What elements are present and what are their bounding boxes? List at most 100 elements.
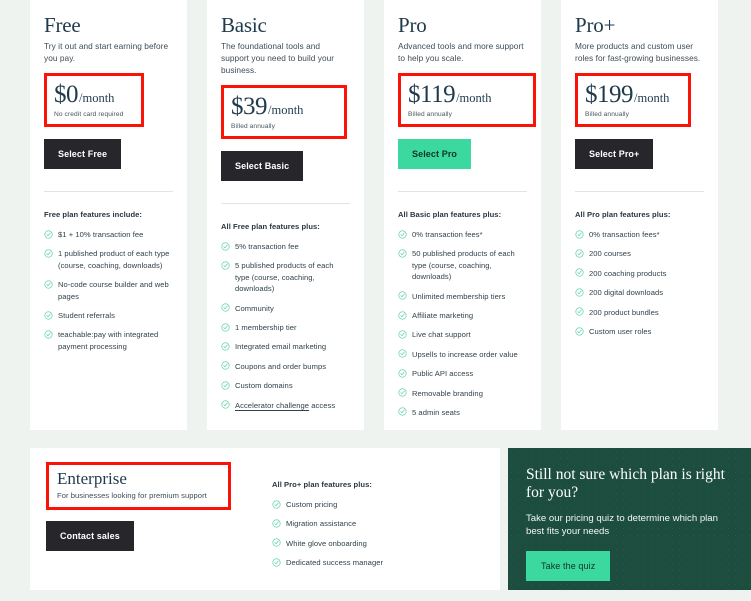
plan-cards-row: Free Try it out and start earning before … (0, 0, 751, 430)
feature-label: 50 published products of each type (cour… (412, 249, 515, 282)
select-plan-button[interactable]: Select Pro (398, 139, 472, 170)
feature-item: Coupons and order bumps (221, 361, 350, 372)
card-divider (575, 191, 704, 193)
feature-label: White glove onboarding (286, 538, 367, 548)
feature-item: $1 + 10% transaction fee (44, 229, 173, 240)
feature-item: 0% transaction fees* (398, 229, 527, 240)
check-circle-icon (575, 288, 584, 297)
accelerator-challenge-link[interactable]: Accelerator challenge (235, 401, 309, 410)
feature-label: 5 published products of each type (cours… (235, 261, 334, 294)
enterprise-title: Enterprise (57, 469, 127, 488)
price-period: /month (456, 91, 492, 106)
feature-item: Upsells to increase order value (398, 349, 527, 360)
price-line: $0/month (54, 82, 134, 107)
take-the-quiz-button[interactable]: Take the quiz (526, 551, 611, 582)
feature-label: 200 product bundles (589, 307, 659, 317)
check-circle-icon (221, 303, 230, 312)
feature-label: 5% transaction fee (235, 242, 299, 252)
plan-tagline: More products and custom user roles for … (575, 41, 701, 64)
quiz-subtitle: Take our pricing quiz to determine which… (526, 512, 718, 538)
enterprise-annotation-box: Enterprise For businesses looking for pr… (46, 462, 231, 510)
enterprise-card: Enterprise For businesses looking for pr… (30, 448, 500, 590)
price-line: $39/month (231, 94, 337, 119)
feature-item: Custom domains (221, 380, 350, 391)
plan-tagline: Advanced tools and more support to help … (398, 41, 524, 64)
pricing-quiz-panel: Still not sure which plan is right for y… (508, 448, 751, 590)
feature-item: Affiliate marketing (398, 310, 527, 321)
feature-item: 1 published product of each type (course… (44, 248, 173, 271)
check-circle-icon (398, 249, 407, 258)
feature-label: Community (235, 303, 274, 313)
check-circle-icon (575, 326, 584, 336)
feature-label: 0% transaction fees* (412, 230, 483, 240)
price-note: No credit card required (54, 111, 124, 119)
feature-label: Custom domains (235, 381, 293, 391)
price-amount: $119 (408, 81, 456, 109)
check-circle-icon (398, 230, 407, 239)
plan-title: Free (44, 13, 81, 37)
pricing-page: Free Try it out and start earning before … (0, 0, 751, 601)
select-plan-button[interactable]: Select Basic (221, 151, 304, 182)
feature-item: Accelerator challenge access (221, 400, 350, 411)
feature-item: Community (221, 303, 350, 314)
select-plan-button[interactable]: Select Free (44, 139, 122, 170)
feature-item: teachable:pay with integrated payment pr… (44, 329, 173, 352)
feature-item: Removable branding (398, 388, 527, 399)
check-circle-icon (221, 342, 230, 351)
feature-label: Custom user roles (589, 327, 652, 337)
feature-label: Affiliate marketing (412, 311, 474, 321)
feature-label: Migration assistance (286, 519, 357, 529)
feature-label: 200 coaching products (589, 268, 667, 278)
check-circle-icon (398, 310, 407, 320)
check-circle-icon (221, 400, 230, 409)
contact-sales-button[interactable]: Contact sales (46, 520, 134, 551)
enterprise-features-heading: All Pro+ plan features plus: (272, 480, 372, 489)
price-annotation-box: $119/month Billed annually (398, 73, 536, 128)
price-annotation-box: $199/month Billed annually (575, 73, 691, 128)
check-circle-icon (221, 381, 230, 390)
feature-list: 0% transaction fees* 50 published product… (398, 229, 527, 418)
feature-item: Live chat support (398, 329, 527, 340)
check-circle-icon (398, 388, 407, 397)
feature-list: 5% transaction fee 5 published products o… (221, 241, 350, 411)
card-divider (221, 203, 350, 205)
price-note: Billed annually (408, 111, 453, 119)
price-line: $119/month (408, 82, 526, 107)
check-circle-icon (44, 230, 53, 239)
feature-item: 200 coaching products (575, 268, 704, 279)
check-circle-icon (44, 330, 53, 339)
feature-label: 1 membership tier (235, 323, 297, 333)
feature-item: Integrated email marketing (221, 341, 350, 352)
price-amount: $199 (585, 81, 634, 109)
feature-label: Removable branding (412, 388, 483, 398)
features-heading: All Free plan features plus: (221, 222, 320, 232)
feature-label: Dedicated success manager (286, 558, 384, 568)
feature-label: Live chat support (412, 330, 471, 340)
feature-item: Migration assistance (272, 518, 484, 529)
enterprise-features: All Pro+ plan features plus: Custom pric… (272, 462, 484, 590)
feature-label: 200 courses (589, 249, 631, 259)
check-circle-icon (272, 499, 281, 509)
check-circle-icon (272, 519, 281, 528)
feature-label[interactable]: Accelerator challenge access (235, 400, 335, 411)
check-circle-icon (398, 407, 407, 417)
feature-label: Unlimited membership tiers (412, 291, 506, 301)
feature-label: 5 admin seats (412, 407, 460, 417)
enterprise-tagline: For businesses looking for premium suppo… (57, 490, 207, 500)
feature-label: No-code course builder and web pages (58, 280, 169, 301)
feature-item: 0% transaction fees* (575, 229, 704, 240)
features-heading: Free plan features include: (44, 210, 142, 220)
price-period: /month (268, 103, 304, 118)
price-period: /month (634, 91, 670, 106)
check-circle-icon (398, 349, 407, 358)
card-divider (44, 191, 173, 193)
feature-item: No-code course builder and web pages (44, 279, 173, 302)
select-plan-button[interactable]: Select Pro+ (575, 139, 654, 170)
card-divider (398, 191, 527, 193)
plan-card-free: Free Try it out and start earning before … (30, 0, 187, 430)
feature-item: Public API access (398, 368, 527, 379)
feature-label: $1 + 10% transaction fee (58, 230, 144, 240)
plan-title: Pro (398, 13, 427, 37)
plan-title: Pro+ (575, 13, 616, 37)
feature-item: Custom pricing (272, 499, 484, 510)
